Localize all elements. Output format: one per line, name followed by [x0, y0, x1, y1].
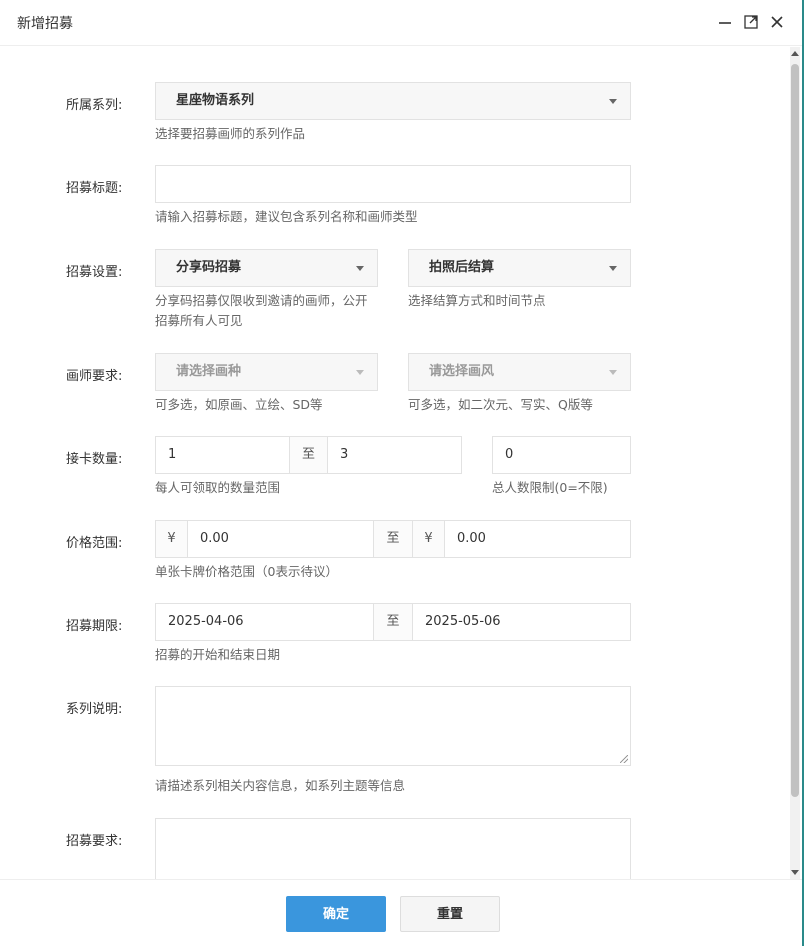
art-style-hint: 可多选，如二次元、写实、Q版等 [408, 397, 593, 412]
settlement-select[interactable]: 拍照后结算 [408, 249, 631, 287]
series-hint: 选择要招募画师的系列作品 [155, 126, 306, 141]
series-select-value: 星座物语系列 [176, 93, 255, 108]
price-min-input[interactable]: 0.00 [187, 520, 374, 558]
artist-label: 画师要求: [66, 369, 123, 384]
chevron-down-icon [609, 266, 617, 271]
dialog-body: 所属系列: 星座物语系列 选择要招募画师的系列作品 招募标题: 请输入招募标题，… [0, 47, 790, 879]
total-limit-hint: 总人数限制(0=不限) [492, 480, 608, 495]
cards-label: 接卡数量: [66, 452, 123, 467]
recruit-mode-hint-2: 招募所有人可见 [155, 313, 243, 328]
dialog-title: 新增招募 [17, 15, 73, 32]
art-type-hint: 可多选，如原画、立绘、SD等 [155, 397, 323, 412]
cards-max-input[interactable]: 3 [327, 436, 462, 474]
currency-prefix-max: ¥ [412, 520, 445, 558]
price-label: 价格范围: [66, 536, 123, 551]
window-controls [716, 13, 786, 31]
chevron-down-icon [609, 99, 617, 104]
chevron-down-icon [356, 370, 364, 375]
title-label: 招募标题: [66, 181, 123, 196]
scroll-down-icon[interactable] [791, 870, 799, 875]
chevron-down-icon [609, 370, 617, 375]
end-date-input[interactable]: 2025-05-06 [412, 603, 631, 641]
series-label: 所属系列: [66, 98, 123, 113]
series-select[interactable]: 星座物语系列 [155, 82, 631, 120]
scrollbar-thumb[interactable] [791, 64, 799, 797]
art-type-select[interactable]: 请选择画种 [155, 353, 378, 391]
resize-handle-icon[interactable] [620, 755, 628, 763]
art-type-placeholder: 请选择画种 [176, 364, 242, 379]
settlement-hint: 选择结算方式和时间节点 [408, 293, 546, 308]
total-limit-input[interactable]: 0 [492, 436, 631, 474]
title-hint: 请输入招募标题，建议包含系列名称和画师类型 [155, 209, 418, 224]
start-date-input[interactable]: 2025-04-06 [155, 603, 374, 641]
dialog-footer: 确定 重置 [0, 879, 802, 946]
art-style-select[interactable]: 请选择画风 [408, 353, 631, 391]
currency-prefix-min: ¥ [155, 520, 188, 558]
minimize-icon[interactable] [716, 13, 734, 31]
cards-range-separator: 至 [289, 436, 328, 474]
recruit-mode-select[interactable]: 分享码招募 [155, 249, 378, 287]
period-label: 招募期限: [66, 619, 123, 634]
period-hint: 招募的开始和结束日期 [155, 647, 281, 662]
price-max-input[interactable]: 0.00 [444, 520, 631, 558]
scroll-up-icon[interactable] [791, 51, 799, 56]
settlement-value: 拍照后结算 [429, 260, 495, 275]
recruit-mode-hint-1: 分享码招募仅限收到邀请的画师，公开 [155, 293, 368, 308]
cards-min-input[interactable]: 1 [155, 436, 290, 474]
price-hint: 单张卡牌价格范围（0表示待议） [155, 564, 338, 579]
requirement-textarea[interactable] [155, 818, 631, 879]
description-label: 系列说明: [66, 702, 123, 717]
close-icon[interactable] [768, 13, 786, 31]
confirm-button[interactable]: 确定 [286, 896, 386, 932]
reset-button[interactable]: 重置 [400, 896, 500, 932]
description-textarea[interactable] [155, 686, 631, 766]
date-range-separator: 至 [373, 603, 413, 641]
description-hint: 请描述系列相关内容信息，如系列主题等信息 [155, 778, 406, 793]
chevron-down-icon [356, 266, 364, 271]
requirement-label: 招募要求: [66, 834, 123, 849]
dialog-titlebar: 新增招募 [0, 0, 802, 46]
price-range-separator: 至 [373, 520, 413, 558]
maximize-icon[interactable] [742, 13, 760, 31]
art-style-placeholder: 请选择画风 [429, 364, 495, 379]
recruit-dialog: 新增招募 所属系列: 星座物语系列 选择要招募画师的系列作品 招募标题: 请输入… [0, 0, 804, 946]
settings-label: 招募设置: [66, 265, 123, 280]
vertical-scrollbar[interactable] [790, 47, 800, 879]
title-input[interactable] [155, 165, 631, 203]
cards-hint: 每人可领取的数量范围 [155, 480, 281, 495]
recruit-mode-value: 分享码招募 [176, 260, 242, 275]
